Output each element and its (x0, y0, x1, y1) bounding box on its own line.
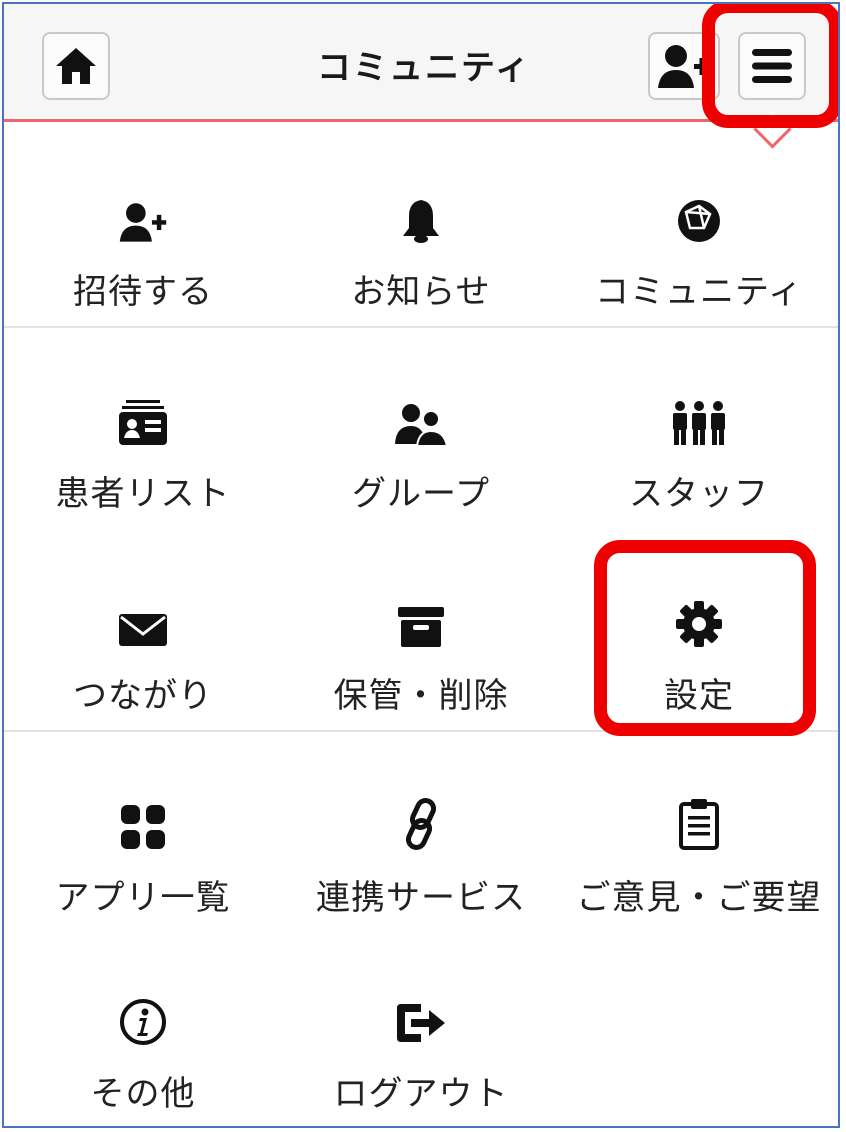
page-title: コミュニティ (317, 48, 531, 88)
app-frame: コミュニティ 招待する お知らせ コミュニティ 患者リスト グループ スタッフ … (2, 2, 840, 1128)
menu-item-label: 患者リスト (55, 474, 231, 514)
menu-item-label: ご意見・ご要望 (576, 878, 822, 918)
menu-item-label: つながり (72, 676, 213, 716)
menu-item-label: コミュニティ (594, 272, 803, 312)
menu-item-integrations[interactable]: 連携サービス (282, 788, 560, 958)
link-icon (405, 798, 437, 850)
menu-item-label: 連携サービス (315, 878, 526, 918)
apps-grid-icon (120, 805, 165, 849)
menu-item-label: お知らせ (351, 272, 491, 312)
menu-row-2: 患者リスト グループ スタッフ (4, 384, 838, 554)
group-icon (394, 404, 448, 446)
menu-item-patient-list[interactable]: 患者リスト (4, 384, 282, 554)
home-button[interactable] (42, 32, 110, 100)
menu-item-other[interactable]: その他 (4, 984, 282, 1126)
invite-user-icon (119, 203, 167, 242)
menu-item-logout[interactable]: ログアウト (282, 984, 560, 1126)
clipboard-icon (678, 799, 719, 850)
home-icon (56, 48, 96, 84)
menu-item-staff[interactable]: スタッフ (560, 384, 838, 554)
menu-item-label: アプリ一覧 (55, 878, 231, 918)
empty-cell (560, 984, 838, 1126)
menu-item-feedback[interactable]: ご意見・ご要望 (560, 788, 838, 958)
globe-icon (677, 200, 720, 242)
menu-item-label: グループ (351, 474, 490, 514)
highlight-menu-button (702, 4, 838, 128)
logout-icon (396, 1004, 445, 1042)
menu-row-4: アプリ一覧 連携サービス ご意見・ご要望 (4, 788, 838, 958)
menu-item-label: スタッフ (628, 474, 769, 514)
menu-item-label: ログアウト (333, 1074, 509, 1114)
highlight-settings (594, 540, 816, 736)
bell-icon (402, 200, 439, 243)
archive-box-icon (397, 607, 444, 647)
envelope-icon (118, 614, 167, 646)
menu-item-group[interactable]: グループ (282, 384, 560, 554)
menu-item-label: 保管・削除 (333, 676, 509, 716)
menu-row-5: その他 ログアウト (4, 984, 838, 1126)
menu-item-apps[interactable]: アプリ一覧 (4, 788, 282, 958)
menu-item-label: その他 (90, 1074, 196, 1114)
patient-card-icon (118, 400, 167, 445)
menu-item-label: 招待する (72, 272, 213, 312)
divider (4, 326, 838, 328)
info-icon (119, 999, 166, 1045)
staff-icon (672, 401, 725, 445)
